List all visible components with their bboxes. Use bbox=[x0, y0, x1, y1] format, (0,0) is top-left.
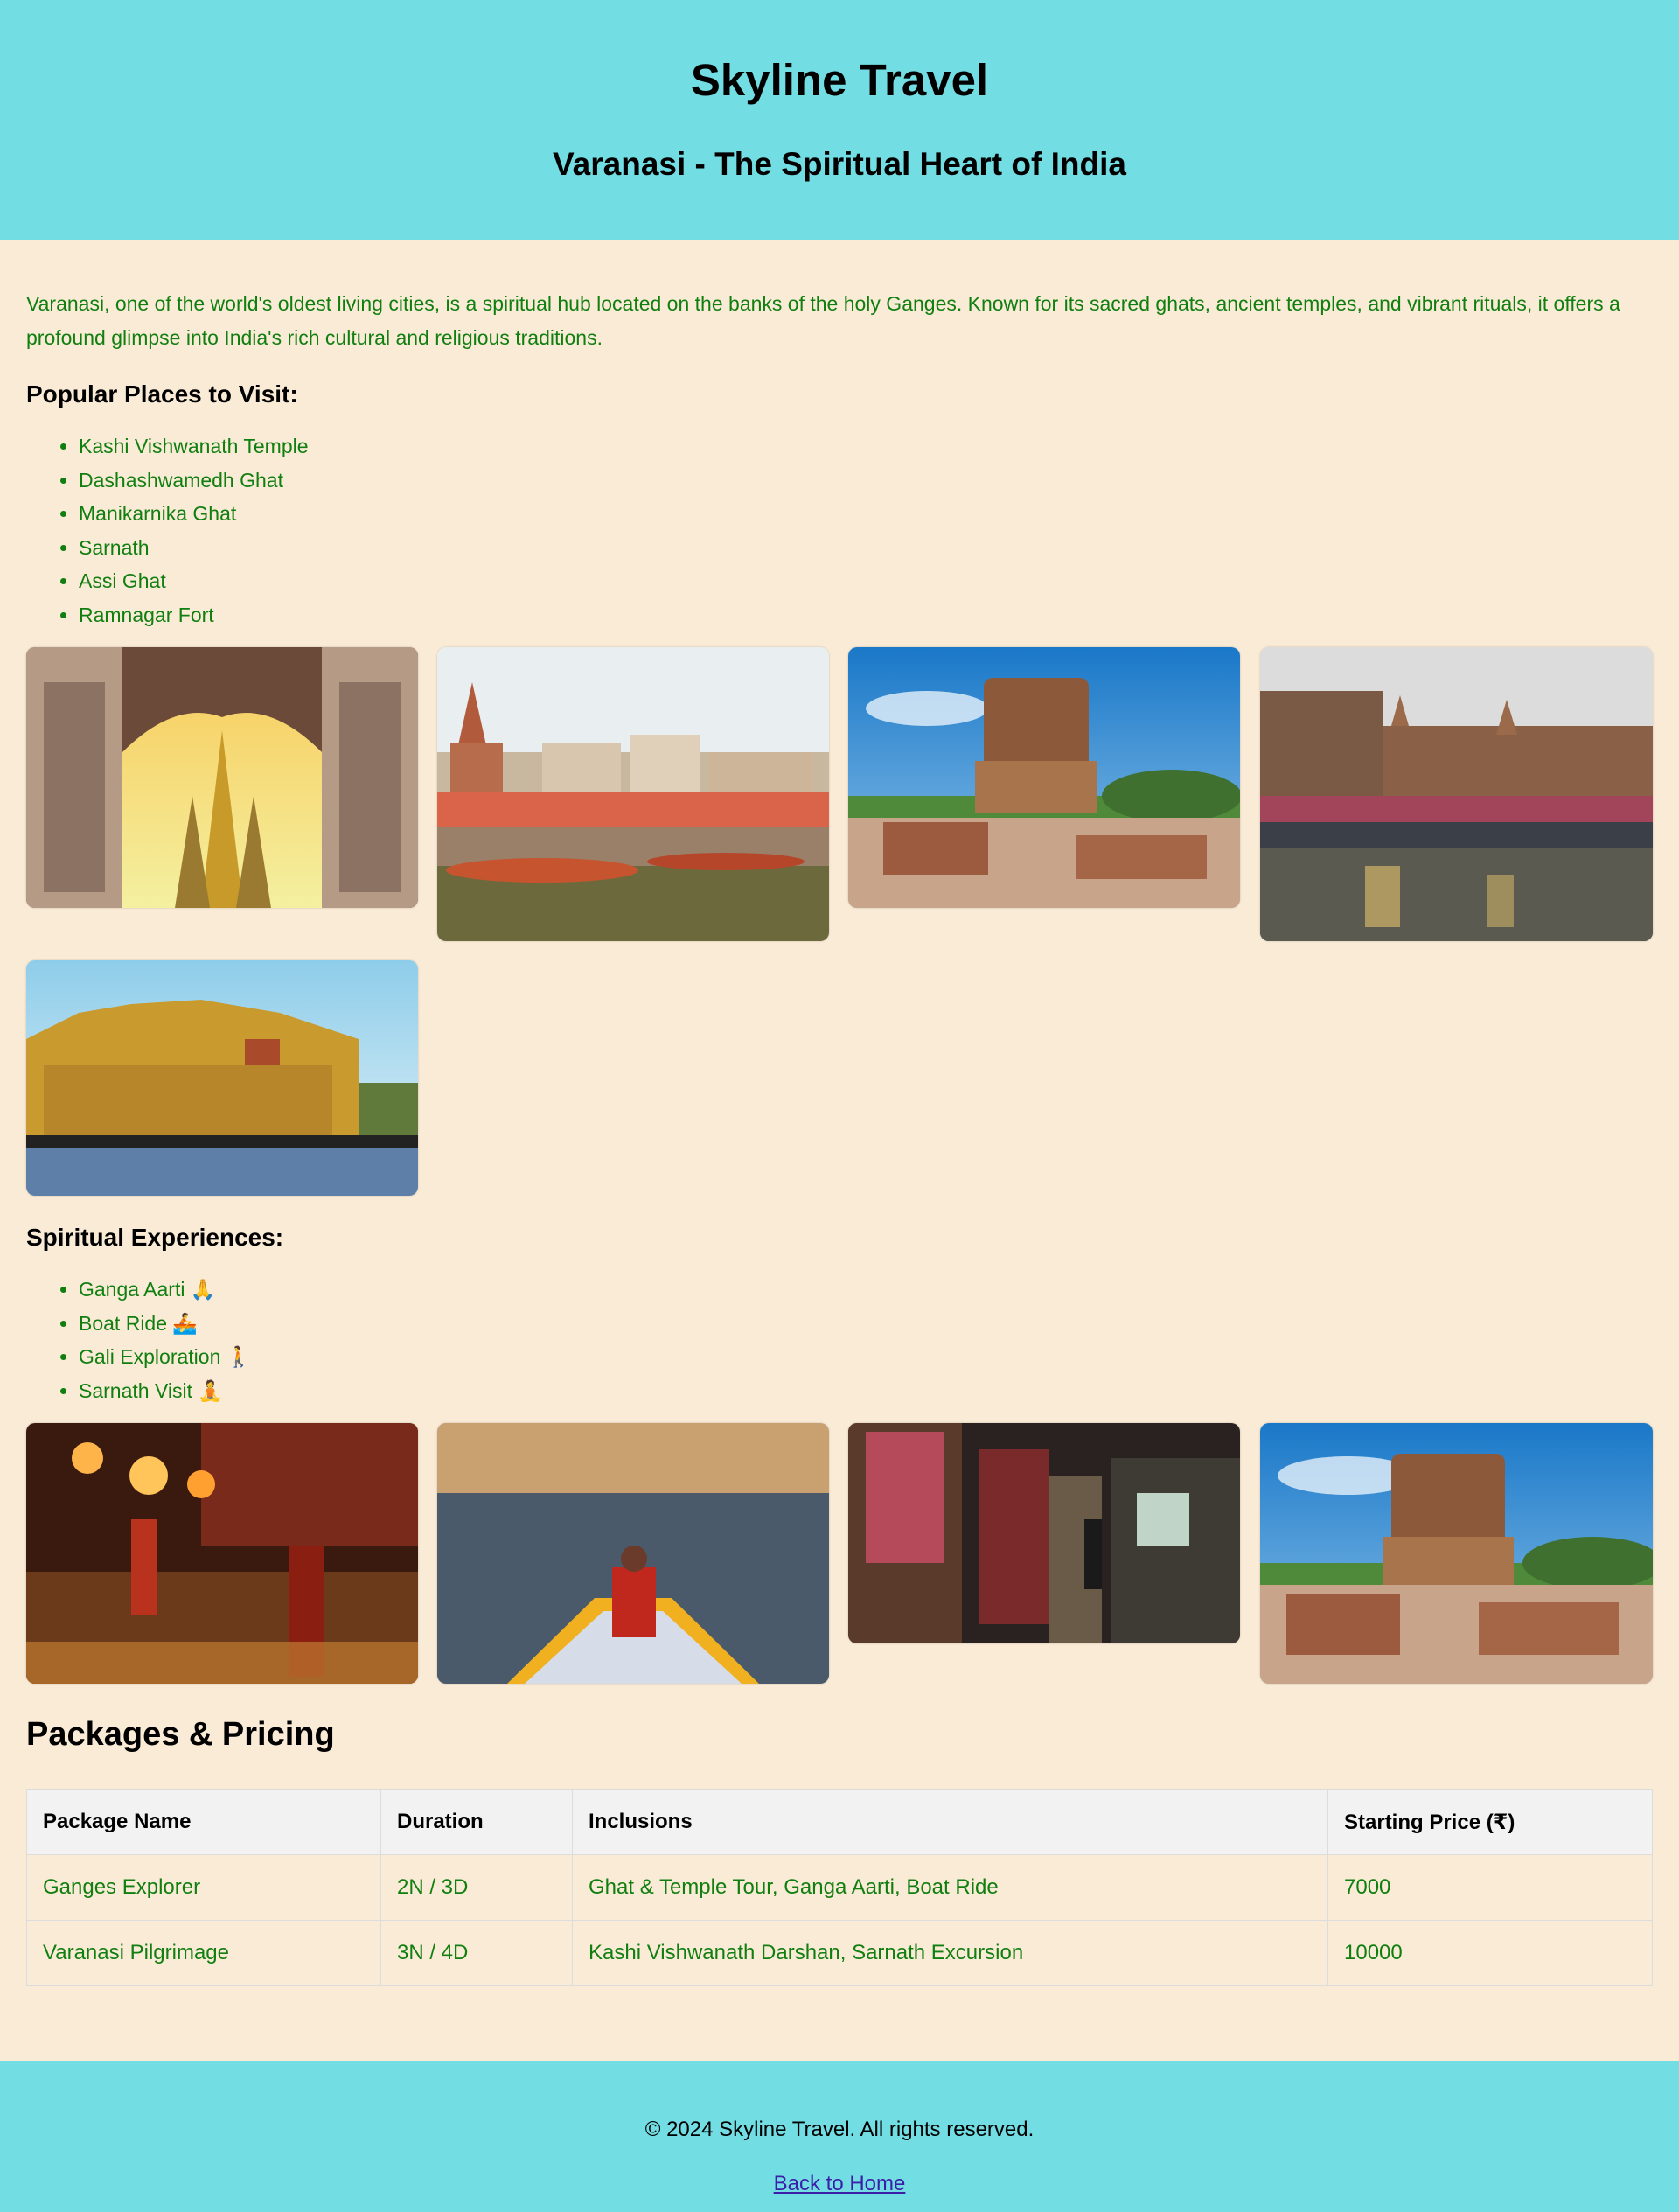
ganga-aarti-photo bbox=[26, 1423, 418, 1684]
pricing-table: Package Name Duration Inclusions Startin… bbox=[26, 1789, 1653, 1986]
ghat-photo bbox=[437, 647, 829, 941]
column-header: Inclusions bbox=[572, 1789, 1328, 1855]
duration-cell: 3N / 4D bbox=[380, 1920, 573, 1986]
column-header: Starting Price (₹) bbox=[1327, 1789, 1653, 1855]
column-header: Duration bbox=[380, 1789, 573, 1855]
site-footer: © 2024 Skyline Travel. All rights reserv… bbox=[0, 2061, 1679, 2212]
list-item: Sarnath bbox=[79, 531, 1653, 565]
duration-cell: 2N / 3D bbox=[380, 1854, 573, 1921]
temple-photo bbox=[26, 647, 418, 908]
list-item: Ramnagar Fort bbox=[79, 598, 1653, 632]
sarnath-visit-photo bbox=[1260, 1423, 1653, 1684]
intro-paragraph: Varanasi, one of the world's oldest livi… bbox=[26, 292, 1620, 349]
places-list: Kashi Vishwanath Temple Dashashwamedh Gh… bbox=[26, 429, 1653, 632]
price-cell: 10000 bbox=[1327, 1920, 1653, 1986]
gali-exploration-photo bbox=[848, 1423, 1240, 1643]
sarnath-stupa-photo bbox=[848, 647, 1240, 908]
experiences-list: Ganga Aarti 🙏 Boat Ride 🚣 Gali Explorati… bbox=[26, 1273, 1653, 1407]
back-to-home-link[interactable]: Back to Home bbox=[774, 2171, 906, 2197]
column-header: Package Name bbox=[26, 1789, 381, 1855]
table-header-row: Package Name Duration Inclusions Startin… bbox=[26, 1789, 1653, 1855]
list-item: Boat Ride 🚣 bbox=[79, 1307, 1653, 1341]
ramnagar-fort-photo bbox=[26, 960, 418, 1196]
boat-ride-photo bbox=[437, 1423, 829, 1684]
list-item: Manikarnika Ghat bbox=[79, 497, 1653, 531]
copyright-text: © 2024 Skyline Travel. All rights reserv… bbox=[644, 2118, 1035, 2141]
places-heading: Popular Places to Visit: bbox=[26, 380, 298, 408]
manikarnika-ghat-photo bbox=[1260, 647, 1653, 941]
places-gallery bbox=[26, 647, 1653, 1196]
site-title: Skyline Travel bbox=[690, 55, 989, 105]
table-row: Ganges Explorer 2N / 3D Ghat & Temple To… bbox=[26, 1854, 1653, 1921]
list-item: Gali Exploration 🚶 bbox=[79, 1340, 1653, 1374]
package-name-cell: Ganges Explorer bbox=[26, 1854, 381, 1921]
list-item: Dashashwamedh Ghat bbox=[79, 464, 1653, 498]
list-item: Ganga Aarti 🙏 bbox=[79, 1273, 1653, 1307]
page-title: Varanasi - The Spiritual Heart of India bbox=[553, 146, 1126, 182]
pricing-heading: Packages & Pricing bbox=[26, 1716, 335, 1753]
list-item: Sarnath Visit 🧘 bbox=[79, 1374, 1653, 1408]
main-content: Varanasi, one of the world's oldest livi… bbox=[0, 287, 1679, 1986]
list-item: Kashi Vishwanath Temple bbox=[79, 429, 1653, 464]
table-row: Varanasi Pilgrimage 3N / 4D Kashi Vishwa… bbox=[26, 1920, 1653, 1986]
price-cell: 7000 bbox=[1327, 1854, 1653, 1921]
experiences-heading: Spiritual Experiences: bbox=[26, 1224, 284, 1251]
package-name-cell: Varanasi Pilgrimage bbox=[26, 1920, 381, 1986]
experiences-gallery bbox=[26, 1423, 1653, 1684]
site-header: Skyline Travel Varanasi - The Spiritual … bbox=[0, 0, 1679, 240]
inclusions-cell: Kashi Vishwanath Darshan, Sarnath Excurs… bbox=[572, 1920, 1328, 1986]
list-item: Assi Ghat bbox=[79, 564, 1653, 598]
inclusions-cell: Ghat & Temple Tour, Ganga Aarti, Boat Ri… bbox=[572, 1854, 1328, 1921]
